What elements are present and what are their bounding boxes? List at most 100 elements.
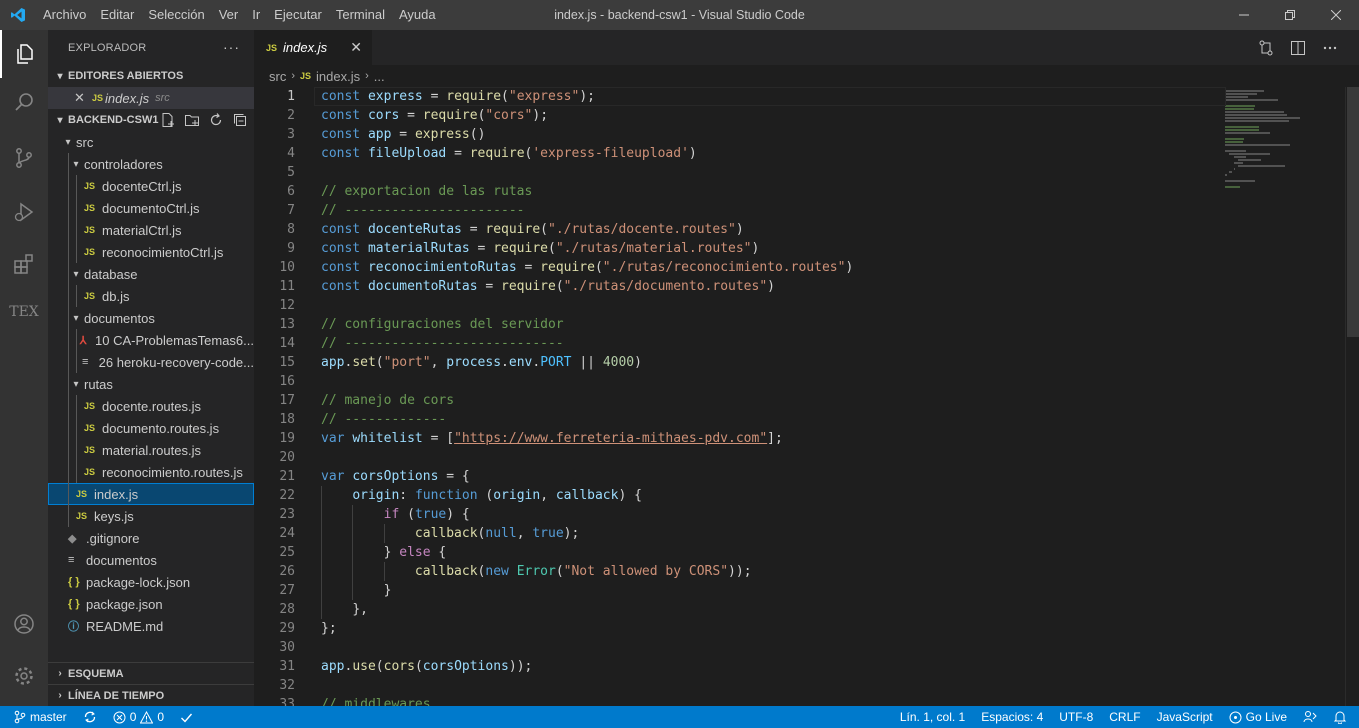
tree-folder[interactable]: ▾ controladores bbox=[48, 153, 254, 175]
go-live-button[interactable]: Go Live bbox=[1221, 710, 1295, 724]
language-mode[interactable]: JavaScript bbox=[1149, 710, 1221, 724]
code-line: 29}; bbox=[254, 619, 1224, 638]
js-file-icon: JS bbox=[84, 181, 96, 191]
sync-icon[interactable] bbox=[75, 710, 105, 724]
tree-file[interactable]: ⅄ 10 CA-ProblemasTemas6... bbox=[48, 329, 254, 351]
tree-item-label: db.js bbox=[102, 288, 130, 304]
tex-icon[interactable]: TEX bbox=[0, 288, 48, 336]
menu-item[interactable]: Ejecutar bbox=[267, 0, 329, 30]
source-control-icon[interactable] bbox=[0, 134, 48, 182]
minimap-line bbox=[1225, 93, 1257, 95]
tree-file[interactable]: JS documentoCtrl.js bbox=[48, 197, 254, 219]
close-window-icon[interactable] bbox=[1313, 0, 1359, 30]
run-debug-icon[interactable] bbox=[0, 188, 48, 236]
open-editor-item[interactable]: ✕ JS index.js src bbox=[48, 87, 254, 109]
menu-item[interactable]: Selección bbox=[141, 0, 211, 30]
menu-item[interactable]: Terminal bbox=[329, 0, 392, 30]
line-number: 24 bbox=[279, 526, 295, 541]
timeline-header[interactable]: › LÍNEA DE TIEMPO bbox=[48, 684, 254, 706]
line-number: 25 bbox=[279, 545, 295, 560]
tree-file[interactable]: { } package-lock.json bbox=[48, 571, 254, 593]
branch-indicator[interactable]: master bbox=[14, 710, 75, 724]
encoding[interactable]: UTF-8 bbox=[1051, 710, 1101, 724]
code-text: const documentoRutas = require("./rutas/… bbox=[321, 279, 775, 294]
split-editor-icon[interactable] bbox=[1289, 39, 1307, 57]
menu-item[interactable]: Ir bbox=[245, 0, 267, 30]
breadcrumb-folder[interactable]: src bbox=[269, 69, 286, 84]
tree-file[interactable]: JS materialCtrl.js bbox=[48, 219, 254, 241]
tree-file[interactable]: ≡ 26 heroku-recovery-code... bbox=[48, 351, 254, 373]
tree-file[interactable]: ◆ .gitignore bbox=[48, 527, 254, 549]
collapse-all-icon[interactable] bbox=[232, 112, 248, 128]
tree-file[interactable]: JS docente.routes.js bbox=[48, 395, 254, 417]
tree-file[interactable]: JS reconocimientoCtrl.js bbox=[48, 241, 254, 263]
project-header[interactable]: ▾ BACKEND-CSW1 bbox=[48, 109, 254, 131]
tree-file[interactable]: { } package.json bbox=[48, 593, 254, 615]
indent-guide bbox=[68, 351, 69, 373]
menu-item[interactable]: Ayuda bbox=[392, 0, 443, 30]
new-folder-icon[interactable] bbox=[184, 112, 200, 128]
tree-folder[interactable]: ▾ database bbox=[48, 263, 254, 285]
new-file-icon[interactable] bbox=[160, 112, 176, 128]
tree-file[interactable]: JS keys.js bbox=[48, 505, 254, 527]
search-icon[interactable] bbox=[0, 78, 48, 126]
menu-bar: Archivo Editar Selección Ver Ir Ejecutar Termi… bbox=[36, 0, 443, 30]
tab-index-js[interactable]: JS index.js ✕ bbox=[254, 30, 372, 65]
more-actions-icon[interactable]: ··· bbox=[223, 39, 240, 55]
close-icon[interactable]: ✕ bbox=[350, 39, 362, 56]
code-line: 17 // manejo de cors bbox=[254, 391, 1224, 410]
cursor-position[interactable]: Lín. 1, col. 1 bbox=[892, 710, 973, 724]
code-editor[interactable]: 1 const express = require("express"); 2 con… bbox=[254, 87, 1359, 706]
minimap[interactable] bbox=[1225, 87, 1345, 188]
problems-indicator[interactable]: 0 0 bbox=[105, 710, 172, 724]
more-actions-icon[interactable] bbox=[1321, 39, 1339, 57]
code-line: 11 const documentoRutas = require("./ruta… bbox=[254, 277, 1224, 296]
code-line: 27 } bbox=[254, 581, 1224, 600]
restore-icon[interactable] bbox=[1267, 0, 1313, 30]
check-icon[interactable] bbox=[172, 711, 201, 724]
vertical-scrollbar[interactable] bbox=[1345, 87, 1359, 706]
tree-file[interactable]: JS documento.routes.js bbox=[48, 417, 254, 439]
minimize-icon[interactable] bbox=[1221, 0, 1267, 30]
tree-file[interactable]: JS reconocimiento.routes.js bbox=[48, 461, 254, 483]
tree-item-label: README.md bbox=[86, 618, 164, 634]
breadcrumb-more[interactable]: ... bbox=[374, 69, 385, 84]
line-number: 29 bbox=[279, 621, 295, 636]
line-number: 1 bbox=[287, 89, 295, 104]
settings-gear-icon[interactable] bbox=[0, 652, 48, 700]
close-icon[interactable]: ✕ bbox=[74, 90, 92, 106]
scrollbar-thumb[interactable] bbox=[1347, 87, 1359, 337]
minimap-line bbox=[1225, 174, 1228, 176]
open-changes-icon[interactable] bbox=[1257, 39, 1275, 57]
indent-guide bbox=[352, 505, 354, 600]
notifications-icon[interactable] bbox=[1325, 710, 1359, 724]
live-share-icon[interactable] bbox=[1295, 710, 1325, 724]
explorer-icon[interactable] bbox=[0, 30, 48, 78]
tree-file[interactable]: ≡ documentos bbox=[48, 549, 254, 571]
minimap-line bbox=[1233, 162, 1243, 164]
tree-file[interactable]: JS docenteCtrl.js bbox=[48, 175, 254, 197]
indent-guide bbox=[68, 461, 69, 483]
outline-header[interactable]: › ESQUEMA bbox=[48, 662, 254, 684]
tree-item-label: documento.routes.js bbox=[102, 420, 220, 436]
breadcrumb-file[interactable]: index.js bbox=[316, 69, 360, 84]
tree-file[interactable]: JS material.routes.js bbox=[48, 439, 254, 461]
menu-item[interactable]: Editar bbox=[93, 0, 141, 30]
tree-file[interactable]: JS db.js bbox=[48, 285, 254, 307]
extensions-icon[interactable] bbox=[0, 240, 48, 288]
tree-folder[interactable]: ▾ documentos bbox=[48, 307, 254, 329]
tree-folder[interactable]: ▾ rutas bbox=[48, 373, 254, 395]
end-of-line[interactable]: CRLF bbox=[1101, 710, 1148, 724]
refresh-icon[interactable] bbox=[208, 112, 224, 128]
tree-item-label: reconocimiento.routes.js bbox=[102, 464, 243, 480]
tree-file[interactable]: JS index.js bbox=[48, 483, 254, 505]
indentation[interactable]: Espacios: 4 bbox=[973, 710, 1051, 724]
menu-item[interactable]: Ver bbox=[212, 0, 246, 30]
account-icon[interactable] bbox=[0, 600, 48, 648]
file-tree: ▾ src ▾ controladores JS docenteCtrl.js JS docu… bbox=[48, 131, 254, 637]
minimap-line bbox=[1225, 138, 1244, 140]
tree-file[interactable]: ⓘ README.md bbox=[48, 615, 254, 637]
tree-folder[interactable]: ▾ src bbox=[48, 131, 254, 153]
open-editors-header[interactable]: ▾ EDITORES ABIERTOS bbox=[48, 65, 254, 87]
menu-item[interactable]: Archivo bbox=[36, 0, 93, 30]
